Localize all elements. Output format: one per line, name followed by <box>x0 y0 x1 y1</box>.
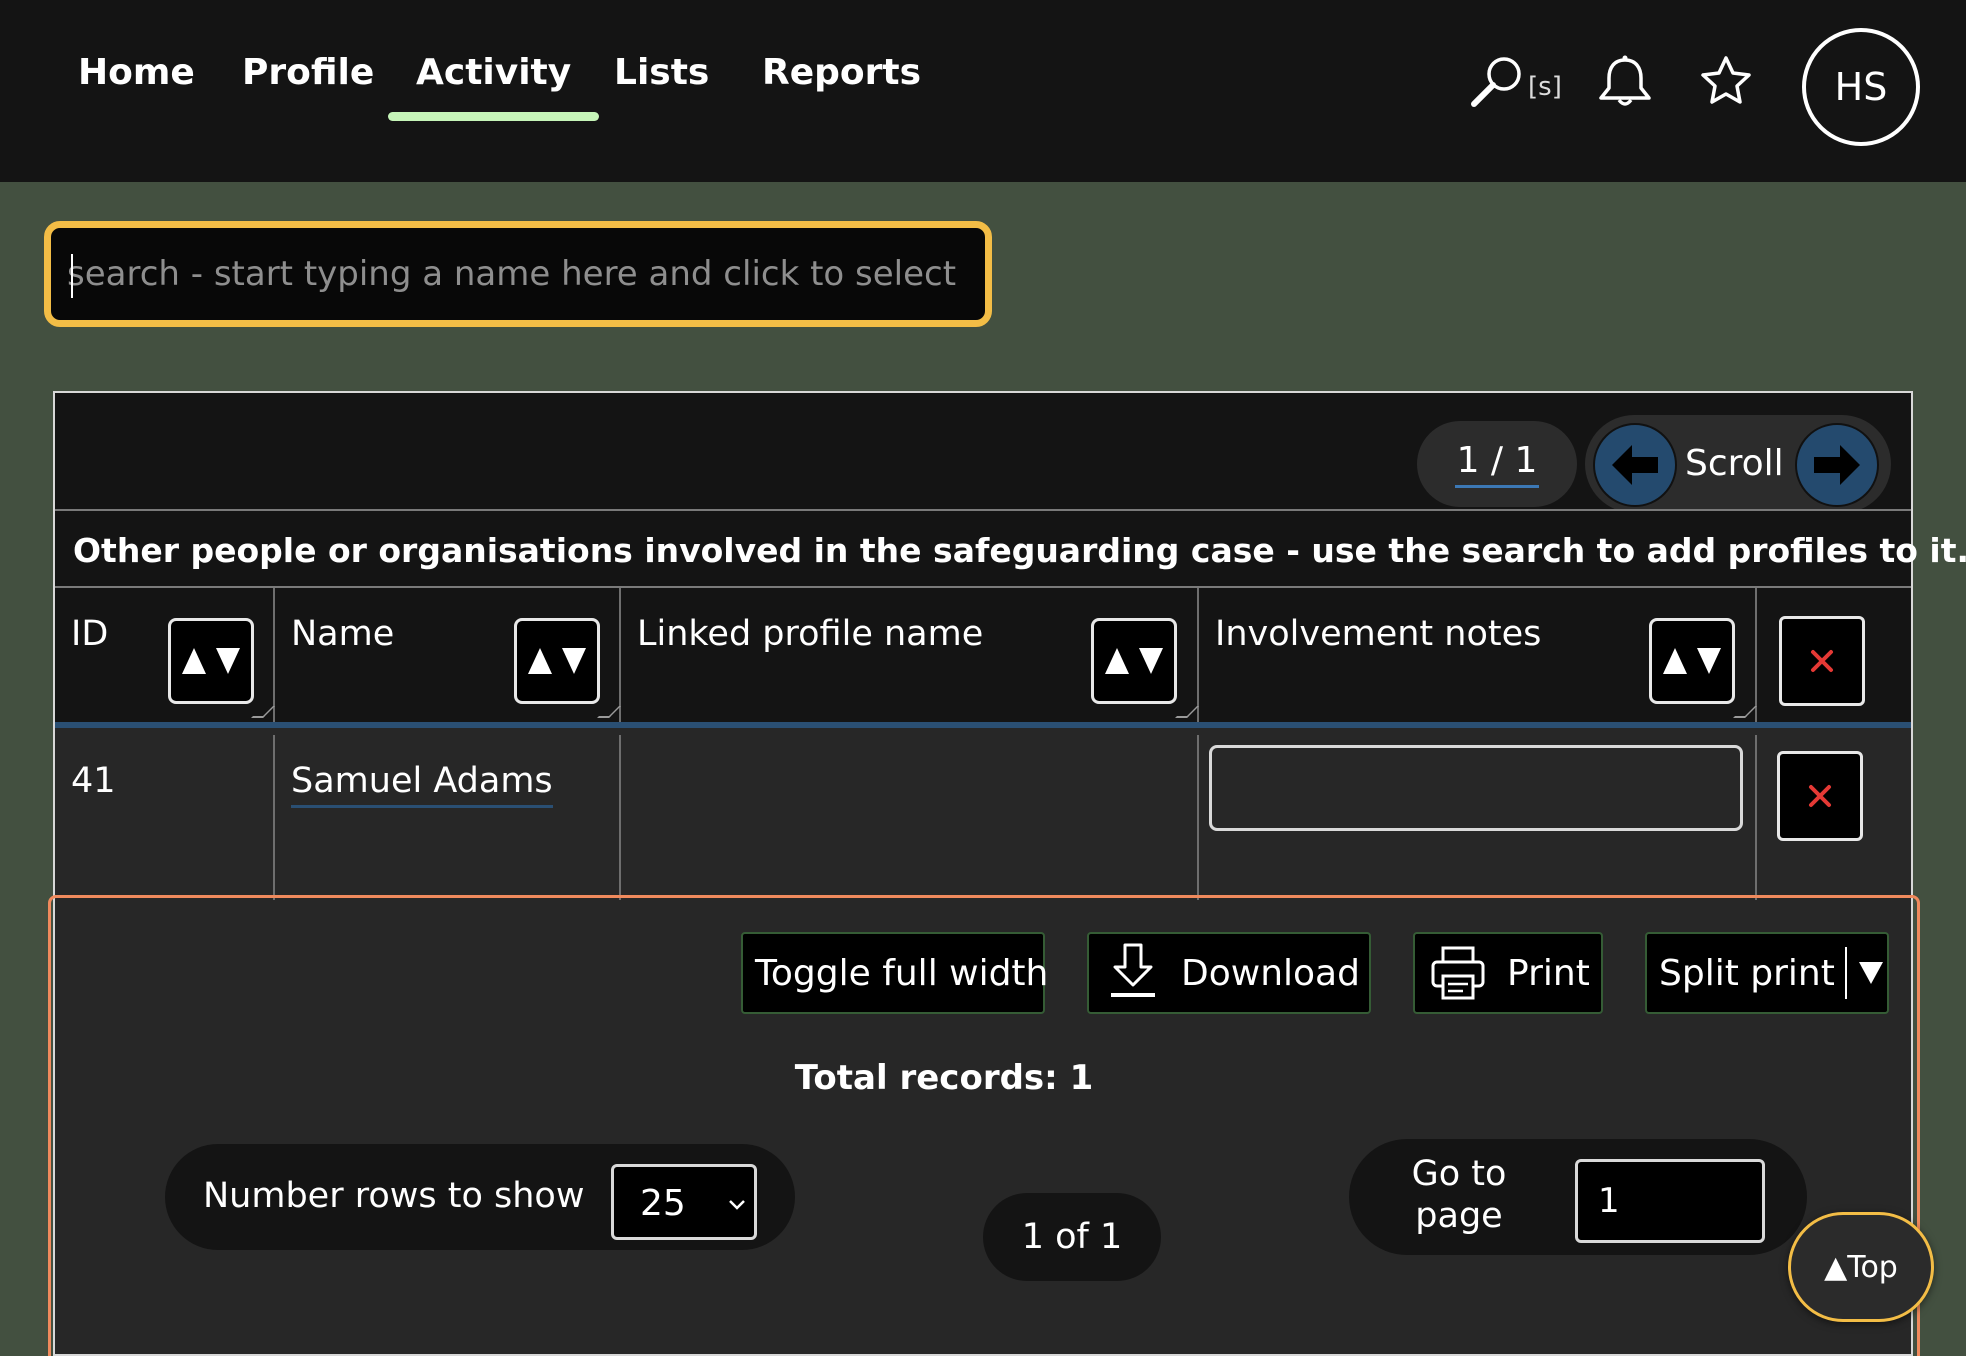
scroll-control: Scroll <box>1585 415 1891 513</box>
row-id: 41 <box>71 761 116 801</box>
profile-name-link[interactable]: Samuel Adams <box>291 761 553 808</box>
column-label: ID <box>71 614 109 654</box>
rows-per-page-select[interactable]: 25 <box>611 1164 757 1240</box>
table-toolbar: 1 / 1 Scroll <box>55 393 1911 513</box>
page-count: 1 of 1 <box>983 1193 1161 1281</box>
split-divider <box>1844 947 1847 999</box>
cell-name: Samuel Adams <box>275 735 621 900</box>
delete-row-button[interactable] <box>1777 751 1863 841</box>
page-indicator-text: 1 / 1 <box>1454 440 1540 488</box>
download-icon <box>1111 943 1155 997</box>
scroll-left-button[interactable] <box>1593 423 1677 507</box>
involvement-notes-input[interactable] <box>1209 745 1743 831</box>
download-label: Download <box>1181 952 1360 994</box>
cell-id: 41 <box>55 735 275 900</box>
cell-actions <box>1757 735 1911 900</box>
chevron-down-icon[interactable] <box>1857 960 1885 986</box>
star-icon[interactable] <box>1698 54 1754 108</box>
scroll-right-button[interactable] <box>1795 423 1879 507</box>
scroll-label: Scroll <box>1685 443 1784 484</box>
column-resize-handle[interactable] <box>1175 706 1199 718</box>
split-print-label: Split print <box>1659 952 1835 994</box>
arrow-right-icon <box>1814 445 1860 485</box>
column-label: Name <box>291 614 395 654</box>
arrow-left-icon <box>1612 445 1658 485</box>
table-footer-controls: Toggle full width Download Print Split p… <box>48 895 1920 1356</box>
toggle-full-width-button[interactable]: Toggle full width <box>741 932 1049 1014</box>
header-divider <box>55 722 1911 728</box>
go-to-page-control: Go to page <box>1349 1139 1807 1255</box>
search-input[interactable] <box>61 238 975 310</box>
go-to-page-input[interactable] <box>1575 1159 1765 1243</box>
text-caret <box>71 254 73 298</box>
nav-home[interactable]: Home <box>78 52 195 100</box>
column-header-actions <box>1757 588 1911 722</box>
rows-per-page-label: Number rows to show <box>203 1176 585 1216</box>
sort-button-linked-profile[interactable] <box>1091 618 1177 704</box>
print-button[interactable]: Print <box>1413 932 1603 1014</box>
nav-reports[interactable]: Reports <box>762 52 921 100</box>
cell-linked-profile-name <box>621 735 1199 900</box>
search-hotkey-hint: [s] <box>1528 72 1562 102</box>
split-print-button[interactable]: Split print <box>1645 932 1889 1014</box>
top-navigation-bar: Home Profile Activity Lists Reports [s] … <box>0 0 1966 182</box>
nav-profile[interactable]: Profile <box>242 52 374 100</box>
column-resize-handle[interactable] <box>597 706 621 718</box>
back-to-top-button[interactable]: ▲Top <box>1788 1212 1934 1322</box>
sort-arrows-icon <box>1105 648 1163 674</box>
sort-arrows-icon <box>1663 648 1721 674</box>
column-header-involvement-notes: Involvement notes <box>1199 588 1757 722</box>
sort-button-involvement-notes[interactable] <box>1649 618 1735 704</box>
printer-icon <box>1431 946 1485 1000</box>
column-header-linked-profile: Linked profile name <box>621 588 1199 722</box>
nav-activity[interactable]: Activity <box>387 52 600 121</box>
go-to-page-label: Go to page <box>1411 1154 1507 1236</box>
bell-icon[interactable] <box>1594 54 1656 110</box>
column-label: Linked profile name <box>637 614 984 654</box>
close-icon <box>1811 650 1833 672</box>
sort-button-name[interactable] <box>514 618 600 704</box>
chevron-down-icon <box>729 1200 745 1210</box>
user-avatar[interactable]: HS <box>1802 28 1920 146</box>
table-caption: Other people or organisations involved i… <box>55 509 1966 588</box>
sort-arrows-icon <box>528 648 586 674</box>
column-header-name: Name <box>275 588 621 722</box>
print-label: Print <box>1507 952 1590 994</box>
total-records: Total records: 1 <box>51 1058 1917 1098</box>
column-label: Involvement notes <box>1215 614 1542 654</box>
toggle-full-width-label: Toggle full width <box>755 952 1049 994</box>
search-box <box>44 221 992 327</box>
column-header-id: ID <box>55 588 275 722</box>
total-records-text: Total records: 1 <box>794 1058 1094 1098</box>
rows-per-page-control: Number rows to show 25 <box>165 1144 795 1250</box>
search-icon[interactable] <box>1468 54 1528 110</box>
close-icon <box>1809 785 1831 807</box>
page-indicator[interactable]: 1 / 1 <box>1417 421 1577 507</box>
column-resize-handle[interactable] <box>1733 706 1757 718</box>
column-resize-handle[interactable] <box>251 706 275 718</box>
rows-per-page-value: 25 <box>640 1183 686 1224</box>
delete-all-button[interactable] <box>1779 616 1865 706</box>
cell-involvement-notes <box>1199 735 1757 900</box>
sort-arrows-icon <box>182 648 240 674</box>
download-button[interactable]: Download <box>1087 932 1371 1014</box>
sort-button-id[interactable] <box>168 618 254 704</box>
nav-lists[interactable]: Lists <box>614 52 709 100</box>
